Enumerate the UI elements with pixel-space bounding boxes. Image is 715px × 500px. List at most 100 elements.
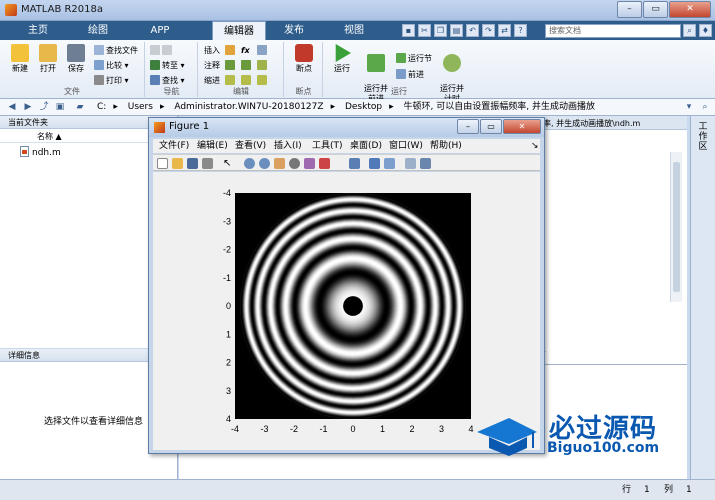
hide-plot-tools-icon[interactable]	[405, 158, 416, 169]
x-tick-label: -2	[290, 424, 298, 434]
link-plot-icon[interactable]	[349, 158, 360, 169]
pointer-icon[interactable]: ↖	[223, 158, 234, 169]
menu-file[interactable]: 文件(F)	[159, 139, 189, 153]
cut-quick-icon[interactable]: ✂	[418, 24, 431, 37]
insert-dropdown-icon[interactable]	[257, 45, 269, 57]
ribbon-group-run: 运行 运行并 前进 运行节 前进 运行并 计时 运行	[324, 42, 474, 103]
editor-scrollbar[interactable]	[670, 152, 682, 302]
menu-edit[interactable]: 编辑(E)	[197, 139, 228, 153]
run-section-button[interactable]: 运行节	[396, 53, 432, 65]
menu-window[interactable]: 窗口(W)	[389, 139, 423, 153]
goto-button[interactable]: 转至 ▾	[150, 60, 185, 72]
zoom-in-icon[interactable]	[244, 158, 255, 169]
help-quick-icon[interactable]: ?	[514, 24, 527, 37]
open-file-icon[interactable]	[172, 158, 183, 169]
new-figure-icon[interactable]	[157, 158, 168, 169]
open-button[interactable]: 打开	[34, 44, 62, 74]
show-plot-tools-icon[interactable]	[420, 158, 431, 169]
tab-publish[interactable]: 发布	[270, 21, 318, 40]
undo-quick-icon[interactable]: ↶	[466, 24, 479, 37]
wrap-comment-icon[interactable]	[257, 60, 269, 72]
indent-icon	[225, 75, 235, 85]
row-label: 行	[622, 485, 632, 495]
path-search-icon[interactable]: ⌕	[699, 101, 711, 113]
data-cursor-icon[interactable]	[304, 158, 315, 169]
new-button[interactable]: 新建	[6, 44, 34, 74]
x-tick-label: 0	[350, 424, 355, 434]
x-tick-label: -4	[231, 424, 239, 434]
search-icon[interactable]: ⌕	[683, 24, 696, 37]
compare-button[interactable]: 比较 ▾	[94, 60, 129, 72]
path-segment-drive[interactable]: C:	[97, 102, 106, 112]
path-segment-admin[interactable]: Administrator.WIN7U-20180127Z	[174, 102, 323, 112]
menu-tools[interactable]: 工具(T)	[312, 139, 343, 153]
figure-maximize-button[interactable]: ▭	[480, 119, 502, 134]
redo-quick-icon[interactable]: ↷	[482, 24, 495, 37]
workspace-label[interactable]: 工作区	[698, 122, 708, 152]
path-breadcrumb: C: ▸ Users ▸ Administrator.WIN7U-20180127Z…	[97, 102, 595, 112]
notification-icon[interactable]: ♦	[699, 24, 712, 37]
navigate-back-stars[interactable]	[150, 45, 174, 57]
close-button[interactable]: ✕	[669, 1, 711, 18]
up-folder-icon[interactable]: ⤴	[38, 101, 50, 113]
menu-help[interactable]: 帮助(H)	[430, 139, 462, 153]
tab-plots[interactable]: 绘图	[74, 21, 122, 40]
forward-arrow-icon[interactable]: ▶	[22, 101, 34, 113]
brush-icon[interactable]	[319, 158, 330, 169]
matlab-logo-icon	[5, 4, 17, 16]
copy-quick-icon[interactable]: ❐	[434, 24, 447, 37]
advance-button[interactable]: 前进	[396, 69, 424, 81]
save-figure-icon[interactable]	[187, 158, 198, 169]
browse-folder-icon[interactable]: ▣	[54, 101, 66, 113]
scrollbar-thumb[interactable]	[673, 162, 680, 292]
print-figure-icon[interactable]	[202, 158, 213, 169]
pan-hand-icon[interactable]	[274, 158, 285, 169]
zoom-out-icon[interactable]	[259, 158, 270, 169]
search-documentation-input[interactable]: 搜索文档	[545, 24, 681, 38]
goto-arrow-icon	[150, 60, 160, 70]
legend-icon[interactable]	[384, 158, 395, 169]
comment-percent-icon[interactable]	[225, 60, 237, 72]
insert-button[interactable]: 插入	[204, 45, 220, 57]
insert-section-icon[interactable]	[225, 45, 237, 57]
tab-apps[interactable]: APP	[136, 21, 184, 40]
uncomment-icon[interactable]	[241, 60, 253, 72]
window-controls: – ▭ ✕	[616, 1, 711, 18]
path-dropdown-icon[interactable]: ▾	[683, 101, 695, 113]
paste-quick-icon[interactable]: ▤	[450, 24, 463, 37]
file-list-item[interactable]: ndh.m	[20, 146, 61, 158]
y-tick-label: -4	[223, 188, 231, 198]
menu-view[interactable]: 查看(V)	[235, 139, 266, 153]
colorbar-icon[interactable]	[369, 158, 380, 169]
interference-rings	[240, 193, 466, 419]
col-label: 列	[664, 485, 674, 495]
details-message: 选择文件以查看详细信息	[44, 417, 144, 427]
menu-dock-icon[interactable]: ↘	[531, 139, 539, 153]
find-magnifier-icon	[150, 75, 160, 85]
indent-icon	[257, 75, 267, 85]
menu-desktop[interactable]: 桌面(D)	[350, 139, 382, 153]
back-arrow-icon[interactable]: ◀	[6, 101, 18, 113]
maximize-button[interactable]: ▭	[643, 1, 668, 18]
tab-editor[interactable]: 编辑器	[212, 21, 266, 40]
run-button[interactable]: 运行	[328, 44, 356, 74]
tab-view[interactable]: 视图	[330, 21, 378, 40]
path-segment-users[interactable]: Users	[128, 102, 153, 112]
save-quick-icon[interactable]: ▪	[402, 24, 415, 37]
save-button[interactable]: 保存	[62, 44, 90, 74]
figure-close-button[interactable]: ✕	[503, 119, 541, 134]
path-segment-desktop[interactable]: Desktop	[345, 102, 382, 112]
tab-home[interactable]: 主页	[14, 21, 62, 40]
menu-insert[interactable]: 插入(I)	[274, 139, 302, 153]
ribbon-group-breakpoints: 断点 断点	[285, 42, 323, 97]
breakpoints-button[interactable]: 断点	[290, 44, 318, 74]
switch-windows-icon[interactable]: ⇄	[498, 24, 511, 37]
path-segment-folder[interactable]: 牛顿环, 可以自由设置振幅频率, 并生成动画播放	[404, 102, 595, 112]
rotate-3d-icon[interactable]	[289, 158, 300, 169]
find-files-button[interactable]: 查找文件	[94, 45, 138, 57]
fx-button[interactable]: fx	[241, 45, 250, 57]
minimize-button[interactable]: –	[617, 1, 642, 18]
editor-file-path[interactable]: 率, 并生成动画播放\ndh.m	[543, 118, 640, 129]
comment-button[interactable]: 注释	[204, 60, 220, 72]
figure-minimize-button[interactable]: –	[457, 119, 479, 134]
